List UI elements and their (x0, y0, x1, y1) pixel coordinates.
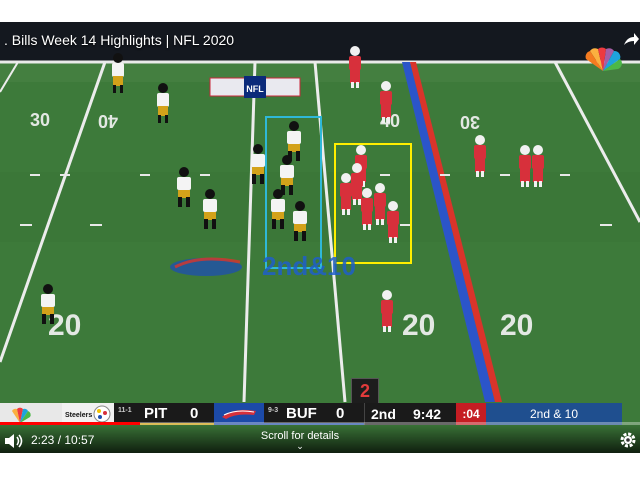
players-layer (41, 46, 544, 332)
video-title[interactable]: . Bills Week 14 Highlights | NFL 2020 (4, 32, 234, 48)
away-record: 11-1 (118, 407, 132, 414)
scroll-for-details-hint[interactable]: Scroll for details ⌄ (240, 430, 360, 451)
home-record: 9-3 (268, 407, 279, 414)
chevron-down-icon: ⌄ (296, 441, 304, 451)
gear-icon[interactable] (619, 431, 637, 449)
bills-offense (340, 46, 544, 332)
share-arrow-icon[interactable] (622, 31, 640, 49)
down-indicator-badge: 2 (351, 378, 379, 404)
time-display: 2:23 / 10:57 (31, 433, 95, 447)
progress-bar[interactable] (0, 422, 640, 425)
field-down-distance-overlay: 2nd&10 (262, 251, 356, 281)
steelers-defense (41, 53, 307, 324)
volume-icon[interactable] (4, 433, 24, 449)
video-player[interactable]: NFL 30 40 40 30 20 20 20 2nd&10 2 . Bill… (0, 22, 640, 453)
progress-bar-fill (0, 422, 140, 425)
nbc-peacock-icon (585, 47, 622, 71)
svg-text:Steelers: Steelers (65, 412, 92, 419)
